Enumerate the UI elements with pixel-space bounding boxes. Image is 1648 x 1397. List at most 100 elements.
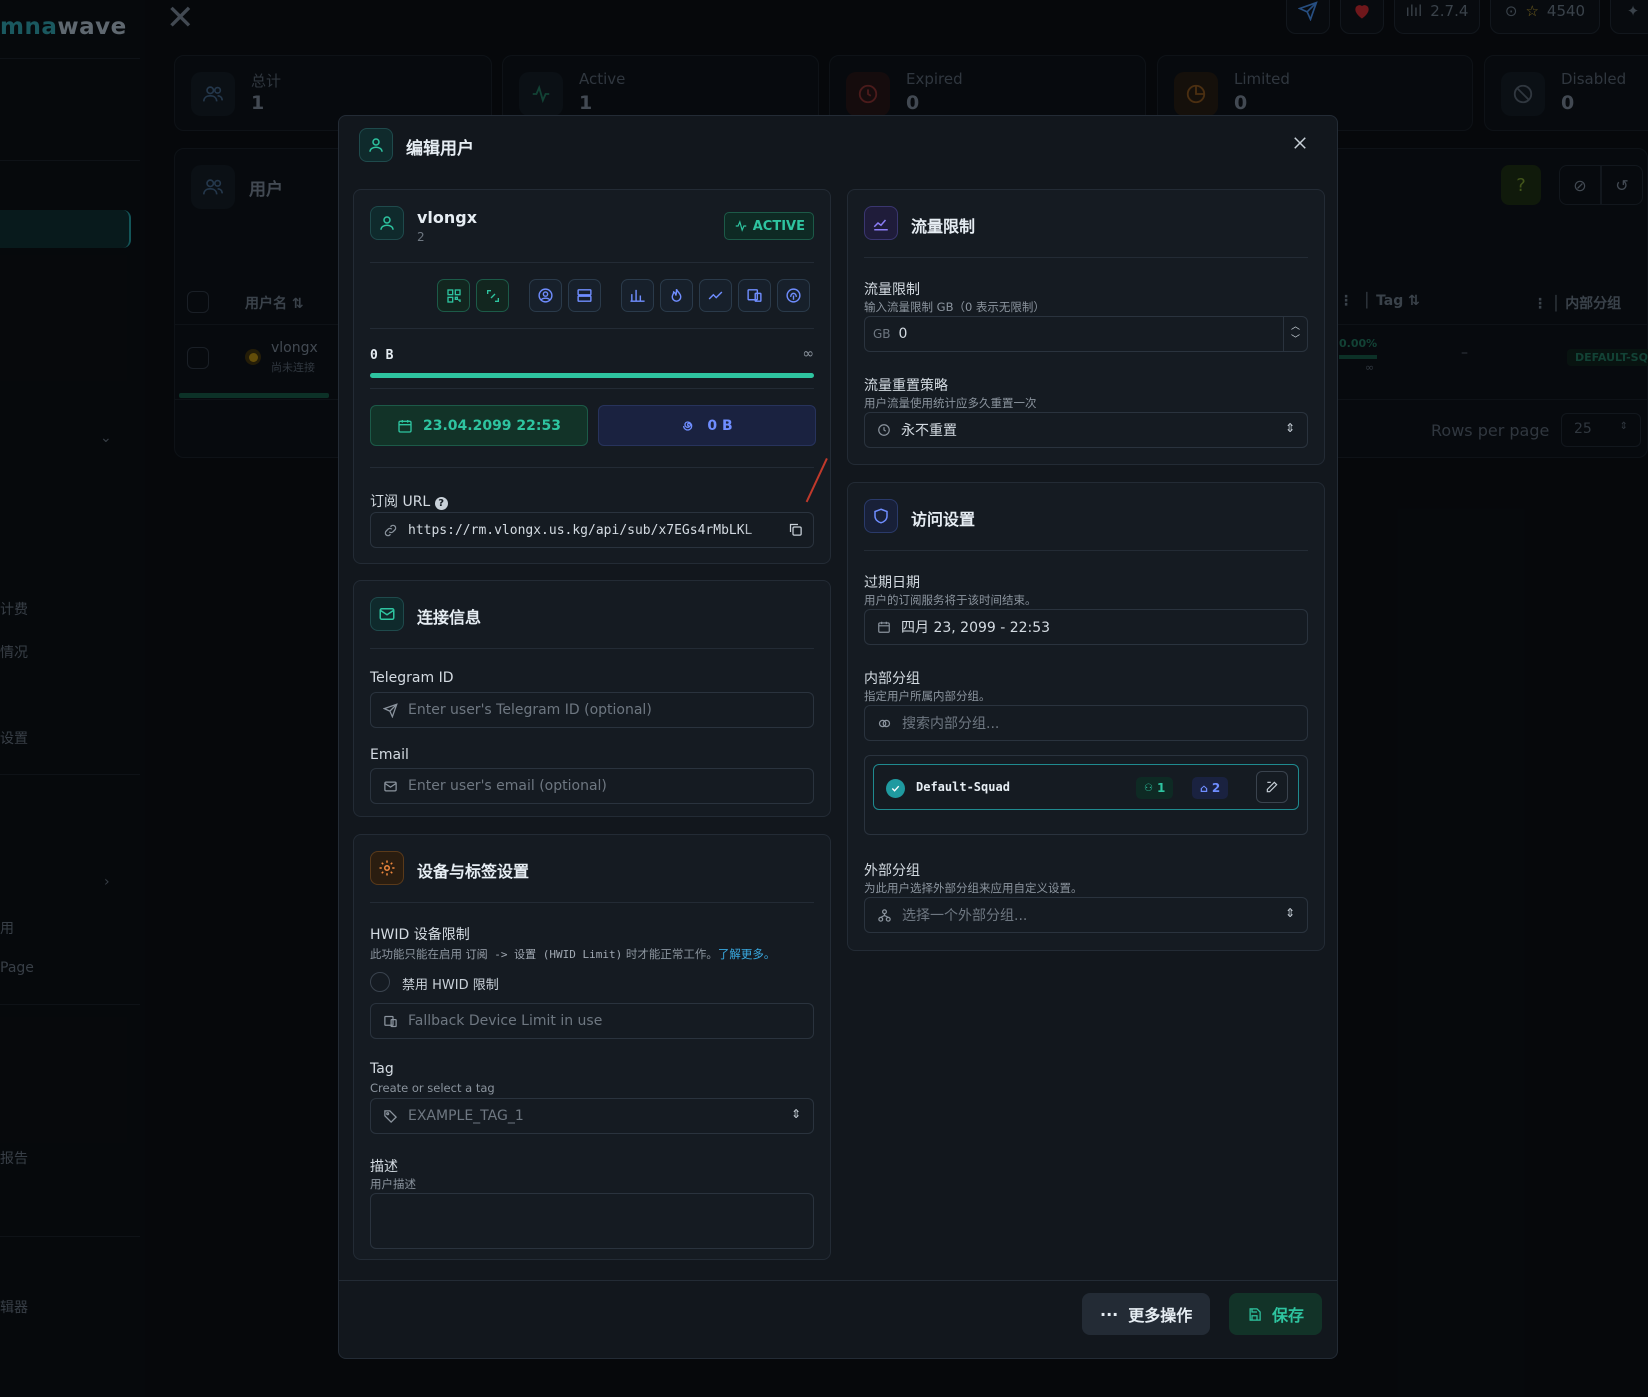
hwid-label: HWID 设备限制	[370, 927, 470, 943]
tag-select[interactable]: EXAMPLE_TAG_1 ⇕	[370, 1098, 814, 1134]
servers-button[interactable]	[568, 279, 601, 312]
chevron-updown-icon: ⇕	[1284, 421, 1295, 435]
expire-date-label: 过期日期	[864, 575, 920, 591]
squad-edit-button[interactable]	[1256, 771, 1288, 803]
gear-icon	[370, 851, 404, 885]
internal-group-search[interactable]: 搜索内部分组...	[864, 705, 1308, 741]
sub-url-label: 订阅 URL ?	[370, 491, 448, 511]
description-textarea[interactable]	[370, 1193, 814, 1249]
save-button[interactable]: 保存	[1229, 1293, 1323, 1335]
save-icon	[1249, 1307, 1261, 1321]
hwid-description: 此功能只能在启用 订阅 -> 设置 (HWID Limit) 时才能正常工作。了…	[370, 947, 776, 961]
tag-icon	[384, 1109, 398, 1123]
squad-checkbox[interactable]	[886, 779, 905, 798]
description-hint: 用户描述	[370, 1177, 416, 1191]
help-circle-icon[interactable]: ?	[434, 497, 448, 510]
edit-user-modal: 编辑用户 vlongx 2 ACTIVE 0 B ∞ 23.04.2099 22…	[338, 115, 1338, 1359]
disable-hwid-label: 禁用 HWID 限制	[402, 978, 499, 993]
connection-card: 连接信息 Telegram ID Enter user's Telegram I…	[353, 580, 831, 817]
telegram-id-input[interactable]: Enter user's Telegram ID (optional)	[370, 692, 814, 728]
traffic-limit-label: 流量限制	[864, 282, 920, 298]
card-title: 设备与标签设置	[417, 862, 530, 881]
fingerprint-button[interactable]	[777, 279, 810, 312]
reset-strategy-description: 用户流量使用统计应多久重置一次	[864, 396, 1037, 410]
flame-icon	[671, 288, 682, 302]
link-icon	[384, 524, 397, 536]
edit-icon	[1266, 781, 1278, 793]
number-stepper[interactable]: ︿ ﹀	[1283, 317, 1307, 351]
devices-button[interactable]	[738, 279, 771, 312]
external-group-select[interactable]: 选择一个外部分组... ⇕	[864, 897, 1308, 933]
learn-more-link[interactable]: 了解更多。	[718, 947, 776, 961]
chevron-updown-icon: ⇕	[790, 1107, 801, 1121]
user-id: 2	[417, 230, 425, 244]
devices-icon	[384, 1015, 397, 1027]
chevron-updown-icon: ⇕	[1284, 906, 1295, 920]
description-label: 描述	[370, 1159, 398, 1175]
revoke-subscription-button[interactable]	[476, 279, 509, 312]
access-settings-card: 访问设置 过期日期 用户的订阅服务将于该时间结束。 四月 23, 2099 - …	[847, 482, 1325, 951]
tag-description: Create or select a tag	[370, 1081, 495, 1095]
external-group-label: 外部分组	[864, 863, 920, 879]
profile-button[interactable]	[529, 279, 562, 312]
copy-icon[interactable]	[788, 522, 803, 541]
user-icon	[359, 128, 393, 162]
send-icon	[383, 702, 398, 718]
spiral-icon	[683, 420, 693, 431]
user-circle-icon	[538, 288, 553, 303]
expire-date-description: 用户的订阅服务将于该时间结束。	[864, 593, 1037, 607]
hierarchy-icon	[878, 908, 891, 922]
qr-code-icon	[446, 288, 461, 303]
stats-button[interactable]	[621, 279, 654, 312]
internal-group-label: 内部分组	[864, 671, 920, 687]
user-name: vlongx	[417, 208, 478, 227]
traffic-limit: ∞	[802, 346, 814, 362]
user-icon	[370, 206, 404, 240]
tag-icon: ⌂	[1200, 781, 1208, 795]
modal-close-button[interactable]	[1287, 130, 1313, 156]
tag-label: Tag	[370, 1061, 394, 1077]
device-tag-card: 设备与标签设置 HWID 设备限制 此功能只能在启用 订阅 -> 设置 (HWI…	[353, 834, 831, 1260]
squad-tags-badge: ⌂ 2	[1192, 777, 1229, 799]
fingerprint-icon	[786, 288, 801, 303]
mail-icon	[384, 781, 397, 791]
traffic-limit-input[interactable]: GB 0 ︿ ﹀	[864, 316, 1308, 352]
disable-hwid-checkbox[interactable]	[370, 972, 390, 992]
shield-icon	[864, 499, 898, 533]
squad-name: Default-Squad	[916, 780, 1010, 794]
users-icon: ⚇	[1144, 782, 1153, 794]
traffic-limit-description: 输入流量限制 GB（0 表示无限制）	[864, 300, 1045, 314]
mail-icon	[370, 597, 404, 631]
clock-icon	[878, 424, 890, 436]
lifetime-traffic-button[interactable]: 0 B	[598, 405, 816, 446]
expire-date-picker[interactable]: 四月 23, 2099 - 22:53	[864, 609, 1308, 645]
traffic-used: 0 B	[370, 348, 394, 363]
calendar-icon	[398, 419, 412, 433]
link-refresh-icon	[486, 289, 499, 302]
squad-users-badge: ⚇ 1	[1136, 777, 1174, 799]
usage-chart-button[interactable]	[699, 279, 732, 312]
qr-code-button[interactable]	[437, 279, 470, 312]
device-limit-input[interactable]: Fallback Device Limit in use	[370, 1003, 814, 1039]
reset-traffic-button[interactable]	[660, 279, 693, 312]
email-label: Email	[370, 747, 409, 763]
traffic-progress	[370, 373, 814, 378]
modal-title: 编辑用户	[406, 139, 474, 159]
internal-group-list: Default-Squad ⚇ 1 ⌂ 2	[864, 755, 1308, 835]
user-info-card: vlongx 2 ACTIVE 0 B ∞ 23.04.2099 22:53 0…	[353, 189, 831, 564]
external-group-description: 为此用户选择外部分组来应用自定义设置。	[864, 881, 1083, 895]
email-input[interactable]: Enter user's email (optional)	[370, 768, 814, 804]
traffic-limit-card: 流量限制 流量限制 输入流量限制 GB（0 表示无限制） GB 0 ︿ ﹀ 流量重…	[847, 189, 1325, 465]
sub-url-field[interactable]: https://rm.vlongx.us.kg/api/sub/x7EGs4rM…	[370, 512, 814, 548]
calendar-icon	[878, 621, 890, 633]
reset-strategy-select[interactable]: 永不重置 ⇕	[864, 412, 1308, 448]
squad-item[interactable]: Default-Squad ⚇ 1 ⌂ 2	[873, 764, 1299, 810]
status-badge: ACTIVE	[723, 212, 814, 240]
server-icon	[577, 289, 592, 302]
devices-icon	[747, 289, 762, 302]
chart-line-icon	[864, 206, 898, 240]
expire-date-button[interactable]: 23.04.2099 22:53	[370, 405, 588, 446]
card-title: 流量限制	[911, 217, 976, 236]
circles-icon	[878, 719, 891, 727]
more-actions-button[interactable]: ··· 更多操作	[1082, 1293, 1211, 1335]
